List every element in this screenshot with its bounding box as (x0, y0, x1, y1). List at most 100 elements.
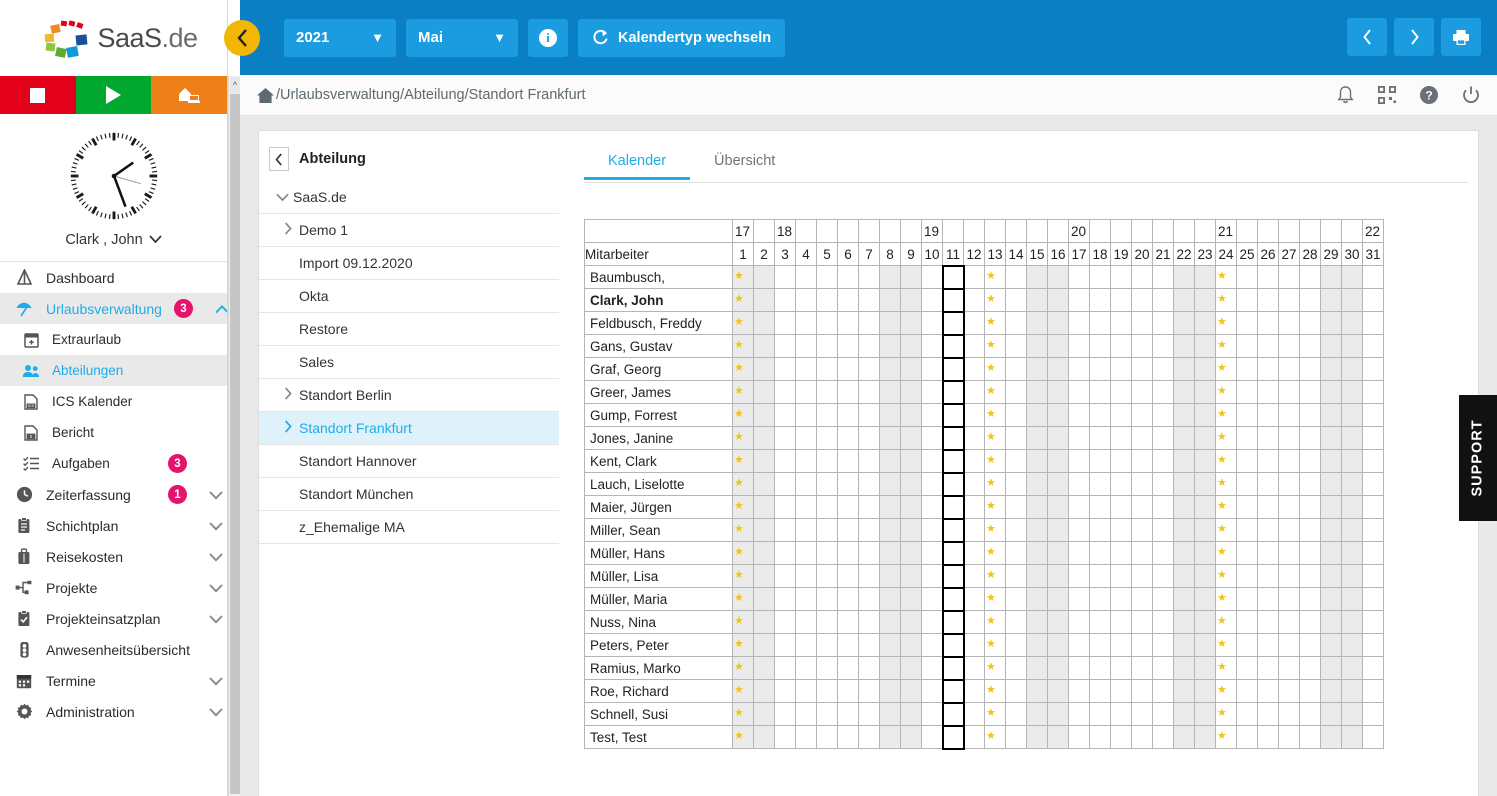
calendar-day-cell[interactable]: ★ (732, 610, 754, 634)
calendar-day-cell[interactable] (1089, 288, 1111, 312)
calendar-employee-name[interactable]: Ramius, Marko (584, 656, 733, 680)
calendar-day-cell[interactable] (941, 540, 965, 566)
calendar-day-cell[interactable] (1026, 518, 1048, 542)
calendar-day-cell[interactable] (941, 379, 965, 405)
calendar-day-cell[interactable] (1278, 380, 1300, 404)
calendar-day-cell[interactable] (774, 725, 796, 749)
chevron-up-icon[interactable] (211, 301, 227, 317)
calendar-day-cell[interactable] (753, 679, 775, 703)
calendar-day-cell[interactable] (1299, 334, 1321, 358)
calendar-day-cell[interactable]: ★ (732, 311, 754, 335)
calendar-day-cell[interactable] (1068, 334, 1090, 358)
calendar-day-cell[interactable] (1110, 679, 1132, 703)
calendar-day-cell[interactable] (921, 725, 943, 749)
calendar-day-cell[interactable]: ★ (732, 518, 754, 542)
calendar-day-cell[interactable] (1068, 288, 1090, 312)
calendar-day-cell[interactable] (1005, 449, 1027, 473)
calendar-day-cell[interactable] (795, 426, 817, 450)
calendar-day-cell[interactable] (1005, 334, 1027, 358)
calendar-day-cell[interactable] (1320, 311, 1342, 335)
calendar-day-cell[interactable] (879, 725, 901, 749)
calendar-day-cell[interactable] (1236, 495, 1258, 519)
calendar-day-cell[interactable] (1257, 656, 1279, 680)
calendar-day-cell[interactable] (1236, 679, 1258, 703)
calendar-day-cell[interactable] (1341, 633, 1363, 657)
calendar-day-cell[interactable] (858, 656, 880, 680)
calendar-day-cell[interactable] (1173, 403, 1195, 427)
calendar-day-cell[interactable] (1005, 265, 1027, 289)
calendar-day-cell[interactable] (1236, 357, 1258, 381)
calendar-day-cell[interactable] (837, 564, 859, 588)
help-button[interactable]: ? (1419, 85, 1439, 105)
calendar-day-cell[interactable] (795, 472, 817, 496)
calendar-day-cell[interactable] (900, 311, 922, 335)
calendar-day-cell[interactable] (1152, 725, 1174, 749)
calendar-day-cell[interactable] (1047, 426, 1069, 450)
calendar-day-cell[interactable] (963, 311, 985, 335)
calendar-day-cell[interactable] (1047, 265, 1069, 289)
calendar-day-cell[interactable] (921, 518, 943, 542)
calendar-day-cell[interactable]: ★ (1215, 702, 1237, 726)
calendar-day-cell[interactable] (837, 311, 859, 335)
calendar-day-cell[interactable]: ★ (732, 679, 754, 703)
calendar-day-cell[interactable] (1068, 633, 1090, 657)
calendar-day-cell[interactable] (1236, 725, 1258, 749)
calendar-day-cell[interactable] (1131, 311, 1153, 335)
calendar-day-cell[interactable] (1089, 702, 1111, 726)
calendar-day-cell[interactable] (1341, 610, 1363, 634)
prev-period-button[interactable] (1347, 18, 1387, 56)
calendar-day-cell[interactable] (837, 472, 859, 496)
calendar-day-cell[interactable] (921, 357, 943, 381)
calendar-day-cell[interactable] (1089, 380, 1111, 404)
calendar-day-cell[interactable] (941, 264, 965, 290)
calendar-employee-name[interactable]: Schnell, Susi (584, 702, 733, 726)
calendar-day-cell[interactable] (774, 702, 796, 726)
calendar-day-cell[interactable] (963, 265, 985, 289)
chevron-down-icon[interactable] (205, 611, 227, 627)
calendar-day-cell[interactable] (1236, 449, 1258, 473)
calendar-day-cell[interactable] (1362, 495, 1384, 519)
calendar-day-cell[interactable] (1299, 311, 1321, 335)
calendar-day-cell[interactable] (1131, 334, 1153, 358)
calendar-day-cell[interactable] (1341, 518, 1363, 542)
calendar-day-cell[interactable] (921, 679, 943, 703)
calendar-day-cell[interactable] (879, 587, 901, 611)
calendar-day-cell[interactable] (1152, 449, 1174, 473)
calendar-employee-name[interactable]: Peters, Peter (584, 633, 733, 657)
calendar-day-cell[interactable] (1278, 725, 1300, 749)
calendar-day-cell[interactable] (1089, 541, 1111, 565)
calendar-day-cell[interactable] (837, 610, 859, 634)
calendar-day-cell[interactable] (1152, 334, 1174, 358)
tree-back-button[interactable] (269, 147, 289, 171)
calendar-day-cell[interactable] (921, 403, 943, 427)
calendar-day-cell[interactable]: ★ (984, 472, 1006, 496)
calendar-day-cell[interactable] (1320, 334, 1342, 358)
year-select[interactable]: 2021 ▼ (284, 18, 396, 57)
calendar-day-cell[interactable] (921, 564, 943, 588)
calendar-day-cell[interactable] (1110, 311, 1132, 335)
calendar-day-cell[interactable] (1194, 265, 1216, 289)
calendar-day-cell[interactable] (900, 541, 922, 565)
calendar-day-cell[interactable] (1194, 495, 1216, 519)
calendar-day-cell[interactable] (941, 402, 965, 428)
calendar-day-cell[interactable] (1005, 403, 1027, 427)
calendar-day-cell[interactable]: ★ (984, 610, 1006, 634)
calendar-day-cell[interactable] (1362, 311, 1384, 335)
calendar-day-cell[interactable] (1152, 403, 1174, 427)
calendar-day-cell[interactable] (879, 449, 901, 473)
calendar-day-cell[interactable] (1089, 725, 1111, 749)
calendar-day-cell[interactable] (858, 725, 880, 749)
calendar-day-cell[interactable] (1089, 334, 1111, 358)
calendar-day-cell[interactable] (1173, 449, 1195, 473)
calendar-day-cell[interactable] (1362, 426, 1384, 450)
calendar-day-cell[interactable] (1173, 564, 1195, 588)
calendar-day-cell[interactable] (921, 495, 943, 519)
calendar-day-cell[interactable] (1320, 357, 1342, 381)
calendar-day-cell[interactable] (921, 265, 943, 289)
calendar-day-cell[interactable] (837, 702, 859, 726)
calendar-day-cell[interactable] (858, 334, 880, 358)
calendar-day-cell[interactable] (1194, 725, 1216, 749)
calendar-day-cell[interactable] (1005, 288, 1027, 312)
calendar-day-cell[interactable] (1047, 633, 1069, 657)
calendar-day-cell[interactable] (1299, 564, 1321, 588)
